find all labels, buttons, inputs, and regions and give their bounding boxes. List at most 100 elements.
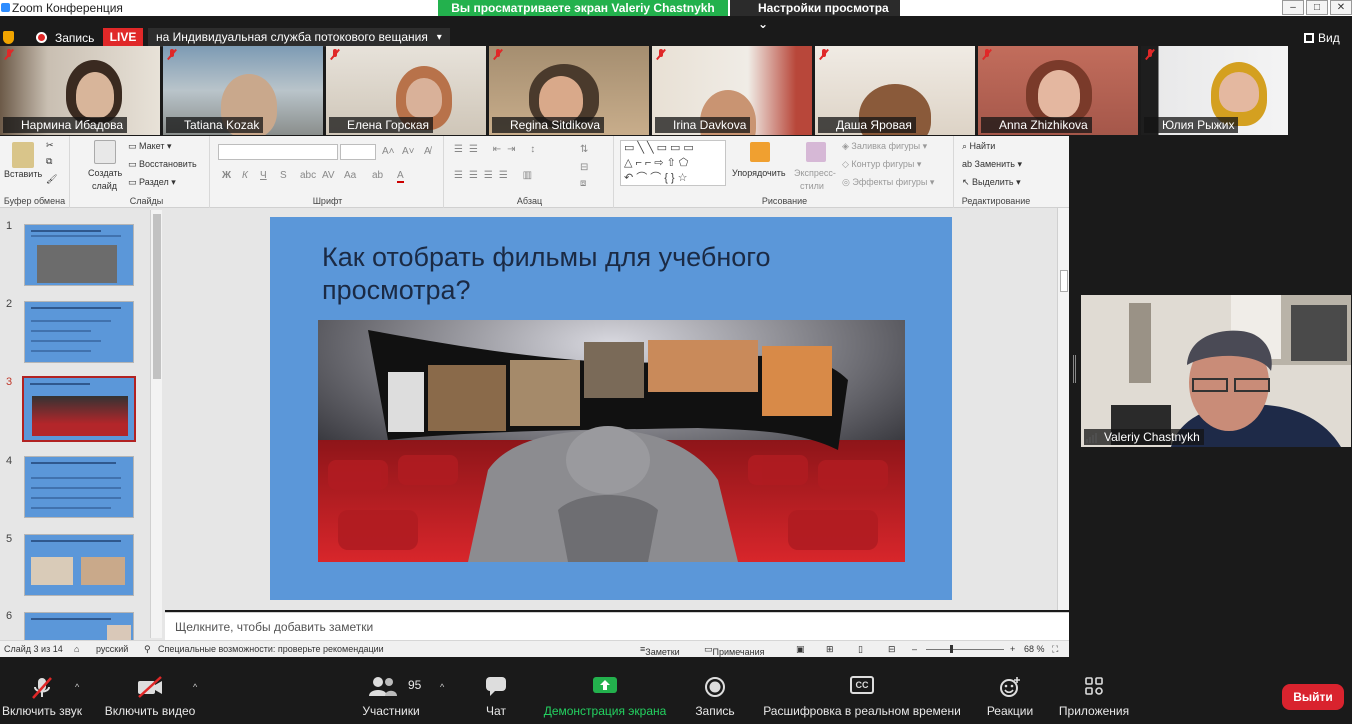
- reactions-button[interactable]: Реакции: [982, 664, 1038, 724]
- active-speaker-video[interactable]: Valeriy Chastnykh: [1081, 295, 1351, 447]
- char-spacing-button[interactable]: AV: [322, 170, 335, 181]
- shrink-font-icon[interactable]: A˅: [402, 146, 415, 157]
- thumbnail-text-line: [31, 307, 121, 309]
- zoom-out-icon[interactable]: –: [912, 644, 917, 654]
- new-slide-icon[interactable]: [94, 140, 116, 164]
- format-painter-icon[interactable]: 🖌: [46, 174, 57, 185]
- slide-thumbnail-selected[interactable]: [22, 376, 136, 442]
- find-button[interactable]: ⌕ Найти: [962, 141, 995, 152]
- new-slide-button[interactable]: Создать: [88, 168, 122, 178]
- layout-button[interactable]: ▭ Макет ▾: [128, 141, 172, 152]
- share-screen-button[interactable]: Демонстрация экрана: [540, 664, 670, 724]
- shape-outline-button[interactable]: ◇ Контур фигуры ▾: [842, 159, 921, 170]
- participant-tile[interactable]: Tatiana Kozak: [163, 46, 323, 135]
- slide-picture[interactable]: [318, 320, 905, 562]
- zoom-in-icon[interactable]: +: [1010, 644, 1015, 654]
- leave-meeting-button[interactable]: Выйти: [1282, 684, 1344, 710]
- live-stream-target-dropdown[interactable]: на Индивидуальная служба потокового веща…: [148, 28, 450, 47]
- comments-button[interactable]: ▭ Примечания: [704, 644, 764, 657]
- close-icon[interactable]: ✕: [1330, 0, 1352, 15]
- fit-slide-icon[interactable]: ⛶: [1052, 644, 1058, 655]
- minimize-icon[interactable]: –: [1282, 0, 1304, 15]
- zoom-level[interactable]: 68 %: [1024, 644, 1045, 654]
- participant-tile[interactable]: Елена Горская: [326, 46, 486, 135]
- text-direction-icon[interactable]: ⇅: [580, 144, 588, 155]
- live-transcript-button[interactable]: CC Расшифровка в реальном времени: [762, 664, 962, 724]
- font-color-button[interactable]: A: [397, 170, 404, 183]
- bold-button[interactable]: Ж: [222, 170, 231, 181]
- shapes-gallery[interactable]: ▭╲╲▭▭▭ △⌐⌐⇨⇧⬠ ↶⌒⌒{}☆: [620, 140, 726, 186]
- view-options-button[interactable]: Настройки просмотра ⌄: [730, 0, 900, 31]
- audio-options-chevron-icon[interactable]: ^: [75, 682, 79, 692]
- record-button[interactable]: Запись: [690, 664, 740, 724]
- scroll-thumb[interactable]: [1060, 270, 1068, 292]
- list-icons[interactable]: ☰☰ ⇤⇥ ↕: [454, 144, 541, 155]
- participant-tile[interactable]: Anna Zhizhikova: [978, 46, 1138, 135]
- paste-button[interactable]: Вставить: [4, 169, 42, 179]
- grow-font-icon[interactable]: A˄: [382, 146, 395, 157]
- chat-button[interactable]: Чат: [474, 664, 518, 724]
- shape-effects-button[interactable]: ◎ Эффекты фигуры ▾: [842, 177, 934, 188]
- participant-tile[interactable]: Даша Яровая: [815, 46, 975, 135]
- slide-thumbnail[interactable]: [24, 534, 134, 596]
- align-text-icon[interactable]: ⊟: [580, 162, 588, 173]
- slide-sorter-icon[interactable]: ⊞: [826, 644, 834, 655]
- quick-styles-button[interactable]: Экспресс-: [794, 168, 836, 178]
- align-icons[interactable]: ☰☰☰☰ ▥: [454, 170, 538, 181]
- quick-styles-icon[interactable]: [806, 142, 826, 162]
- view-button[interactable]: Вид: [1304, 31, 1340, 45]
- select-button[interactable]: ↖ Выделить ▾: [962, 177, 1021, 188]
- panel-splitter-handle[interactable]: [1073, 355, 1076, 383]
- video-options-chevron-icon[interactable]: ^: [193, 682, 197, 692]
- reading-view-icon[interactable]: ▯: [858, 644, 863, 655]
- slide-thumbnail[interactable]: [24, 224, 134, 286]
- smartart-icon[interactable]: ⧈: [580, 178, 586, 189]
- shape-fill-button[interactable]: ◈ Заливка фигуры ▾: [842, 141, 927, 152]
- reset-button[interactable]: ▭ Восстановить: [128, 159, 197, 170]
- zoom-slider-thumb[interactable]: [950, 645, 953, 653]
- thumbnails-scrollbar[interactable]: [150, 210, 162, 638]
- font-size-input[interactable]: [340, 144, 376, 160]
- strike-button[interactable]: S: [280, 170, 287, 181]
- participant-tile[interactable]: Irina Davkova: [652, 46, 812, 135]
- current-slide[interactable]: Как отобрать фильмы для учебного просмот…: [270, 217, 952, 600]
- underline-button[interactable]: Ч: [260, 170, 267, 181]
- font-name-input[interactable]: [218, 144, 338, 160]
- participants-button[interactable]: 95 Участники: [356, 664, 426, 724]
- participant-tile[interactable]: Юлия Рыжих: [1141, 46, 1288, 135]
- copy-icon[interactable]: ⧉: [46, 156, 52, 167]
- shadow-icon[interactable]: abc: [300, 170, 316, 181]
- slide-title[interactable]: Как отобрать фильмы для учебного просмот…: [322, 241, 882, 307]
- scroll-thumb[interactable]: [153, 214, 161, 379]
- highlight-icon[interactable]: ab: [372, 170, 383, 181]
- section-button[interactable]: ▭ Раздел ▾: [128, 177, 176, 188]
- arrange-button[interactable]: Упорядочить: [732, 168, 786, 178]
- slide-thumbnail[interactable]: [24, 612, 134, 640]
- apps-button[interactable]: Приложения: [1054, 664, 1134, 724]
- cut-icon[interactable]: ✂: [46, 140, 54, 151]
- arrange-icon[interactable]: [750, 142, 770, 162]
- slideshow-icon[interactable]: ⊟: [888, 644, 896, 655]
- change-case-button[interactable]: Aa: [344, 170, 356, 181]
- unmute-button[interactable]: Включить звук: [0, 664, 84, 724]
- paste-icon[interactable]: [12, 142, 34, 168]
- language-label[interactable]: русский: [96, 644, 128, 654]
- maximize-icon[interactable]: □: [1306, 0, 1328, 15]
- notes-pane[interactable]: Щелкните, чтобы добавить заметки: [165, 612, 1069, 640]
- spellcheck-icon[interactable]: ⌂: [74, 644, 79, 654]
- zoom-slider[interactable]: [926, 649, 1004, 650]
- canvas-scrollbar[interactable]: [1057, 208, 1069, 610]
- slide-thumbnail[interactable]: [24, 301, 134, 363]
- accessibility-status[interactable]: Специальные возможности: проверьте реком…: [158, 644, 384, 654]
- participant-tile[interactable]: Regina Sitdikova: [489, 46, 649, 135]
- participants-chevron-icon[interactable]: ^: [440, 682, 444, 692]
- start-video-button[interactable]: Включить видео: [102, 664, 198, 724]
- participant-tile[interactable]: Нармина Ибадова: [0, 46, 160, 135]
- clear-format-icon[interactable]: A̸: [424, 146, 431, 157]
- security-shield-icon[interactable]: [3, 31, 14, 44]
- normal-view-icon[interactable]: ▣: [796, 644, 805, 655]
- italic-button[interactable]: К: [242, 170, 248, 181]
- notes-button[interactable]: ≡ Заметки: [640, 644, 680, 657]
- slide-thumbnail[interactable]: [24, 456, 134, 518]
- replace-button[interactable]: ab Заменить ▾: [962, 159, 1022, 170]
